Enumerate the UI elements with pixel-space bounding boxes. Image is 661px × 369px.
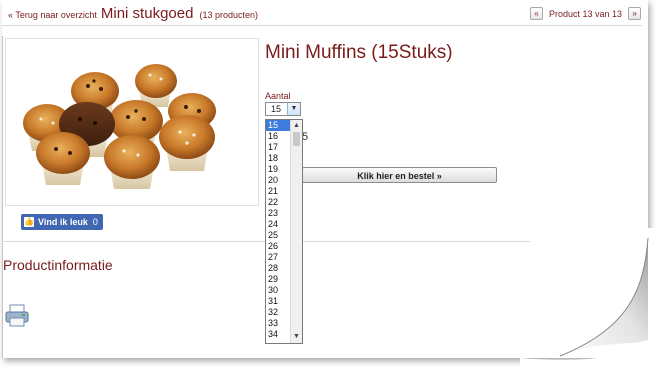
dropdown-option[interactable]: 25 — [266, 230, 292, 241]
dropdown-option[interactable]: 15 — [266, 120, 292, 131]
like-label: Vind ik leuk — [38, 217, 88, 227]
quantity-label: Aantal — [265, 91, 291, 101]
dropdown-option[interactable]: 18 — [266, 153, 292, 164]
quantity-dropdown-list[interactable]: 15 16 17 18 19 20 21 22 23 24 25 26 27 28 29 30 31 32 33 34… — [265, 119, 303, 344]
page: « Terug naar overzicht Mini stukgoed (13… — [0, 0, 661, 369]
like-count: 0 — [92, 217, 98, 227]
prev-product-button[interactable]: « — [530, 7, 543, 20]
dropdown-option[interactable]: 33 — [266, 318, 292, 329]
category-title: Mini stukgoed — [100, 5, 194, 22]
facebook-like-button[interactable]: 👍 Vind ik leuk 0 — [21, 214, 103, 230]
product-info-title: Productinformatie — [3, 257, 113, 273]
pager: « Product 13 van 13 » — [530, 7, 642, 20]
chevron-down-icon[interactable]: ▼ — [287, 103, 300, 115]
dropdown-option[interactable]: 29 — [266, 274, 292, 285]
scroll-down-icon[interactable]: ▼ — [291, 332, 302, 342]
scroll-up-icon[interactable]: ▲ — [291, 121, 302, 131]
muffins-image — [23, 64, 216, 189]
product-title: Mini Muffins (15Stuks) — [265, 42, 453, 63]
back-to-overview-link[interactable]: « Terug naar overzicht — [8, 10, 97, 20]
dropdown-option[interactable]: 19 — [266, 164, 292, 175]
dropdown-option[interactable]: 34 — [266, 329, 292, 340]
dropdown-option[interactable]: 23 — [266, 208, 292, 219]
printer-icon[interactable] — [4, 302, 30, 328]
muffin — [36, 132, 90, 185]
muffin — [159, 115, 215, 171]
dropdown-option[interactable]: 21 — [266, 186, 292, 197]
thumbs-up-icon: 👍 — [24, 217, 34, 227]
dropdown-option[interactable]: 24 — [266, 219, 292, 230]
page-curl — [520, 228, 661, 369]
dropdown-option[interactable]: 20 — [266, 175, 292, 186]
dropdown-option[interactable]: 31 — [266, 296, 292, 307]
dropdown-option[interactable]: 17 — [266, 142, 292, 153]
dropdown-option[interactable]: 16 — [266, 131, 292, 142]
next-product-button[interactable]: » — [628, 7, 642, 20]
quantity-value: 15 — [271, 104, 282, 114]
muffin — [104, 135, 160, 189]
dropdown-scrollbar[interactable]: ▲ ▼ — [290, 120, 302, 343]
dropdown-option[interactable]: 32 — [266, 307, 292, 318]
dropdown-option[interactable]: 26 — [266, 241, 292, 252]
order-button[interactable]: Klik hier en bestel » — [302, 167, 497, 183]
pager-text: Product 13 van 13 — [549, 8, 623, 19]
dropdown-option[interactable]: 22 — [266, 197, 292, 208]
quantity-select[interactable]: 15 ▼ — [265, 102, 301, 116]
dropdown-option[interactable]: 28 — [266, 263, 292, 274]
header-divider — [2, 25, 642, 26]
dropdown-option[interactable]: 27 — [266, 252, 292, 263]
dropdown-option[interactable]: 30 — [266, 285, 292, 296]
product-image[interactable] — [5, 38, 259, 206]
header-bar: « Terug naar overzicht Mini stukgoed (13… — [8, 5, 258, 25]
scroll-thumb[interactable] — [293, 132, 300, 146]
left-border — [2, 36, 3, 358]
product-count: (13 producten) — [199, 10, 258, 20]
